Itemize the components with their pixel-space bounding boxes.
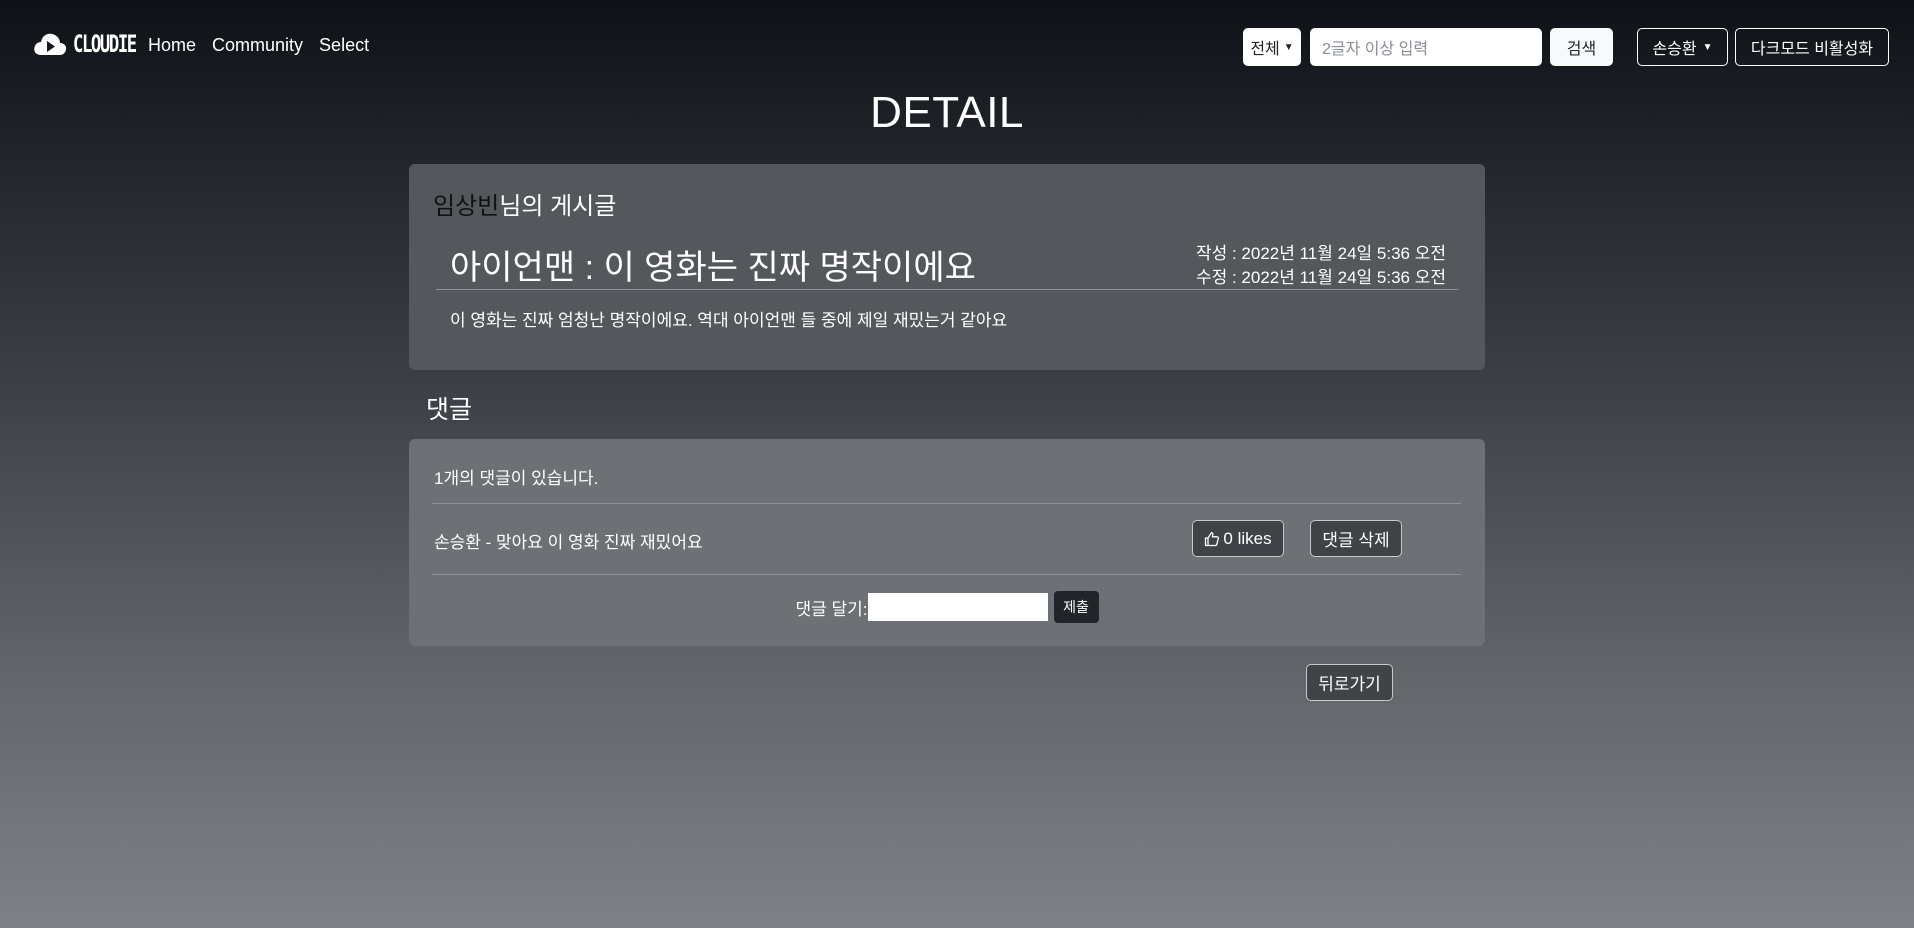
post-created-date: 작성 : 2022년 11월 24일 5:36 오전 — [1195, 244, 1446, 263]
post-body: 이 영화는 진짜 엄청난 명작이에요. 역대 아이언맨 들 중에 제일 재밌는거… — [450, 311, 1008, 330]
comment-count: 1개의 댓글이 있습니다. — [434, 469, 599, 488]
dark-mode-toggle-button[interactable]: 다크모드 비활성화 — [1735, 28, 1889, 66]
comment-form: 댓글 달기: 제출 — [409, 591, 1485, 623]
nav-link-community[interactable]: Community — [212, 35, 303, 56]
user-menu-dropdown[interactable]: 손승환 ▼ — [1637, 28, 1728, 66]
post-author: 임상빈 — [433, 193, 500, 220]
nav-links: Home Community Select — [148, 35, 385, 56]
search-scope-select[interactable]: 전체 ▼ — [1243, 28, 1301, 66]
back-button[interactable]: 뒤로가기 — [1306, 664, 1393, 701]
search-placeholder: 2글자 이상 입력 — [1322, 41, 1429, 58]
post-divider — [436, 289, 1458, 290]
comment-form-label: 댓글 달기: — [795, 599, 868, 619]
search-scope-value: 전체 — [1250, 41, 1280, 58]
post-title: 아이언맨 : 이 영화는 진짜 명작이에요 — [450, 249, 976, 287]
navbar: CLOUDIE Home Community Select 전체 ▼ 2글자 이… — [0, 0, 1914, 94]
search-input[interactable]: 2글자 이상 입력 — [1310, 28, 1542, 66]
comment-input[interactable] — [867, 593, 1048, 621]
comments-card: 1개의 댓글이 있습니다. 손승환 - 맞아요 이 영화 진짜 재밌어요 0 l… — [409, 439, 1485, 646]
brand-logo[interactable]: CLOUDIE — [33, 30, 160, 58]
post-author-suffix: 님의 게시글 — [499, 193, 617, 220]
post-author-line: 임상빈님의 게시글 — [433, 186, 616, 221]
comment-divider — [432, 503, 1461, 504]
nav-link-home[interactable]: Home — [148, 35, 196, 56]
comment-divider — [432, 574, 1461, 575]
delete-comment-button[interactable]: 댓글 삭제 — [1310, 520, 1402, 557]
cloud-play-icon — [34, 33, 67, 55]
comments-heading: 댓글 — [426, 396, 473, 424]
submit-comment-button[interactable]: 제출 — [1053, 591, 1099, 623]
brand-name: CLOUDIE — [73, 30, 137, 58]
like-count-label: 0 likes — [1223, 528, 1272, 548]
page-title: DETAIL — [870, 88, 1024, 137]
caret-down-icon: ▼ — [1702, 41, 1713, 53]
user-name: 손승환 — [1652, 41, 1697, 58]
like-button[interactable]: 0 likes — [1192, 520, 1284, 557]
search-button[interactable]: 검색 — [1550, 28, 1613, 66]
chevron-down-icon: ▼ — [1283, 41, 1294, 53]
post-modified-date: 수정 : 2022년 11월 24일 5:36 오전 — [1195, 268, 1446, 287]
post-dates: 작성 : 2022년 11월 24일 5:36 오전 수정 : 2022년 11… — [1196, 242, 1446, 290]
post-card: 임상빈님의 게시글 아이언맨 : 이 영화는 진짜 명작이에요 작성 : 202… — [409, 164, 1485, 370]
thumbs-up-icon — [1205, 531, 1220, 546]
comment-text: 손승환 - 맞아요 이 영화 진짜 재밌어요 — [434, 533, 703, 552]
nav-link-select[interactable]: Select — [319, 35, 369, 56]
